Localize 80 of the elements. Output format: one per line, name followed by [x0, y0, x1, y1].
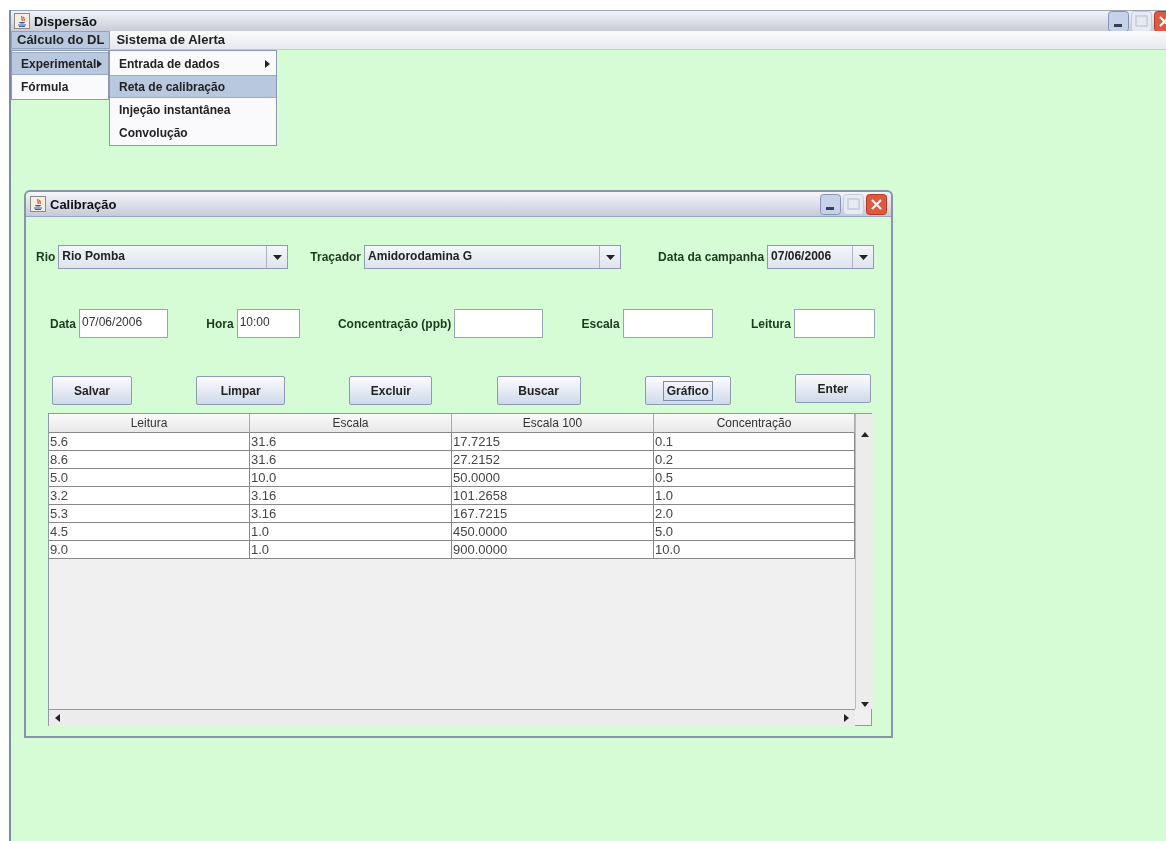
horizontal-scrollbar[interactable]	[49, 709, 855, 726]
field-label: Data	[50, 316, 76, 331]
minimize-button[interactable]	[820, 193, 841, 215]
window-title: Dispersão	[34, 13, 97, 29]
table-cell: 5.3	[49, 505, 250, 523]
table-cell: 4.5	[49, 523, 250, 541]
table-cell: 50.0000	[452, 469, 654, 487]
submenu-arrow-icon	[97, 59, 102, 68]
table-cell: 450.0000	[452, 523, 654, 541]
table-cell: 5.0	[49, 469, 250, 487]
field-label: Data da campanha	[658, 250, 765, 264]
column-header[interactable]: Leitura	[49, 414, 250, 433]
table-cell: 3.16	[250, 487, 452, 505]
menu-item[interactable]: Sistema de Alerta	[110, 31, 231, 49]
table-cell: 8.6	[49, 451, 250, 469]
menu-item[interactable]: Cálculo do DL	[11, 31, 111, 49]
table-cell: 3.16	[250, 505, 452, 523]
column-header[interactable]: Concentração	[654, 414, 855, 433]
menu-item[interactable]: Convolução	[110, 121, 276, 144]
table-cell: 0.1	[654, 433, 855, 451]
table-cell: 5.6	[49, 433, 250, 451]
dropdown-arrow-icon	[272, 254, 282, 260]
table-cell: 101.2658	[452, 487, 654, 505]
column-header[interactable]: Escala	[250, 414, 452, 433]
close-button[interactable]	[866, 193, 887, 215]
scroll-left-icon[interactable]	[55, 714, 60, 722]
table-cell: 3.2	[49, 487, 250, 505]
field-label: Escala	[581, 316, 620, 331]
table-cell: 1.0	[250, 523, 452, 541]
dropdown[interactable]: Rio Pomba	[58, 245, 289, 269]
table-cell: 1.0	[250, 541, 452, 559]
table-cell: 31.6	[250, 433, 452, 451]
input-field[interactable]	[622, 309, 713, 338]
dropdown[interactable]: Amidorodamina G	[364, 245, 622, 269]
table-cell: 9.0	[49, 541, 250, 559]
field-label: Traçador	[310, 250, 362, 264]
menu-item[interactable]: Fórmula	[12, 75, 108, 98]
input-field[interactable]: 07/06/2006	[79, 309, 168, 338]
table-cell: 31.6	[250, 451, 452, 469]
table-cell: 0.5	[654, 469, 855, 487]
dropdown[interactable]: 07/06/2006	[767, 245, 875, 269]
dropdown-arrow-icon	[858, 254, 868, 260]
table-cell: 2.0	[654, 505, 855, 523]
table-cell: 17.7215	[452, 433, 654, 451]
table-cell: 900.0000	[452, 541, 654, 559]
field-label: Rio	[36, 250, 56, 264]
table-cell: 0.2	[654, 451, 855, 469]
dropdown-arrow-icon	[605, 254, 615, 260]
table-cell: 10.0	[654, 541, 855, 559]
table-cell: 5.0	[654, 523, 855, 541]
menu-item[interactable]: Injeção instantânea	[110, 98, 276, 121]
action-button[interactable]: Buscar	[496, 376, 581, 405]
action-button[interactable]: Excluir	[349, 376, 433, 405]
app-icon	[14, 13, 30, 29]
input-field[interactable]	[454, 309, 544, 338]
menu-item[interactable]: Experimental	[12, 52, 108, 75]
table-cell: 167.7215	[452, 505, 654, 523]
submenu-arrow-icon	[265, 59, 270, 68]
input-field[interactable]: 10:00	[236, 309, 300, 338]
app-icon	[30, 196, 46, 212]
menu-item[interactable]: Entrada de dados	[110, 52, 276, 75]
action-button[interactable]: Limpar	[196, 376, 286, 405]
action-button[interactable]: Salvar	[52, 376, 132, 405]
scroll-down-icon[interactable]	[860, 702, 869, 707]
vertical-scrollbar[interactable]	[855, 414, 873, 709]
field-label: Leitura	[750, 316, 791, 331]
table-cell: 27.2152	[452, 451, 654, 469]
minimize-button[interactable]	[1108, 10, 1129, 32]
menu-item[interactable]: Reta de calibração	[110, 75, 276, 98]
action-button[interactable]: Gráfico	[644, 376, 731, 405]
field-label: Concentração (ppb)	[337, 316, 452, 331]
scroll-up-icon[interactable]	[860, 432, 869, 437]
field-label: Hora	[206, 316, 234, 331]
table-cell: 1.0	[654, 487, 855, 505]
table-cell: 10.0	[250, 469, 452, 487]
column-header[interactable]: Escala 100	[452, 414, 654, 433]
window-title: Calibração	[50, 196, 117, 212]
action-button[interactable]: Enter	[794, 374, 871, 403]
scroll-right-icon[interactable]	[844, 714, 849, 722]
input-field[interactable]	[793, 309, 875, 338]
